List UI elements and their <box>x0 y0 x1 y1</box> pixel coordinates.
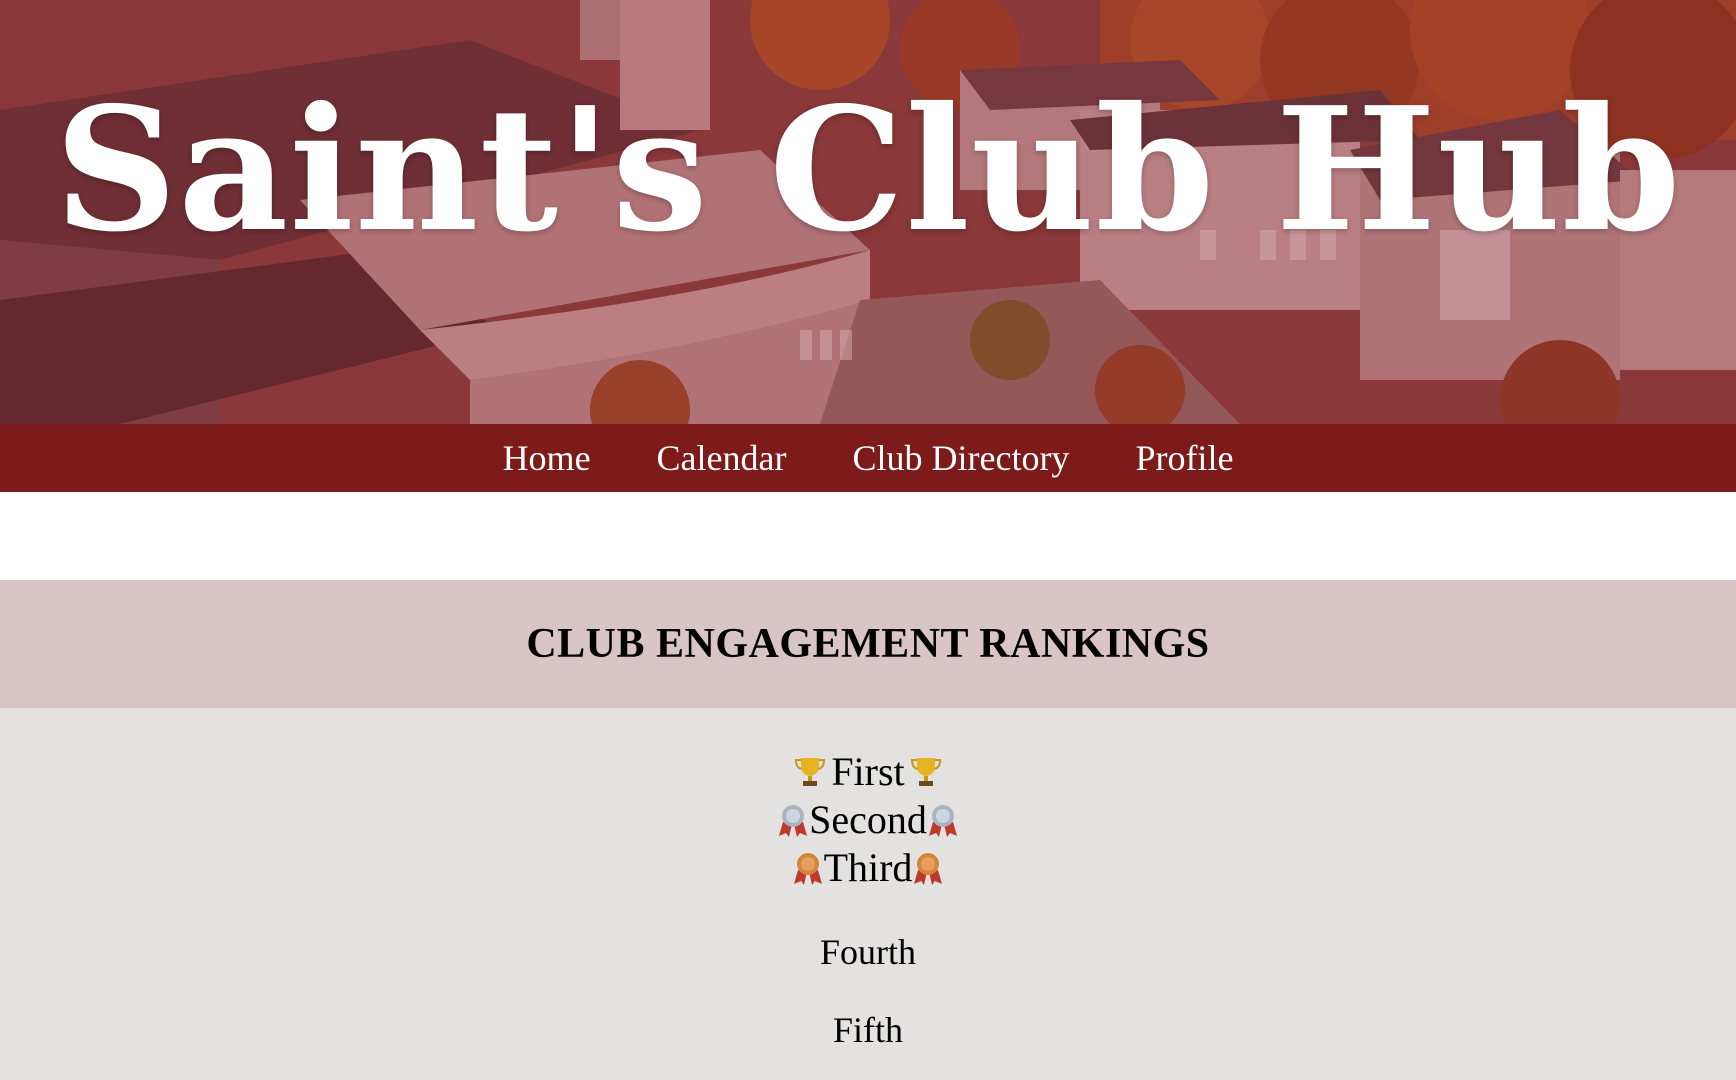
rank-second-label: Second <box>809 797 927 842</box>
rank-first-label: First <box>831 749 905 794</box>
rankings-header: CLUB ENGAGEMENT RANKINGS <box>0 580 1736 708</box>
nav-home-link[interactable]: Home <box>503 424 591 492</box>
silver-medal-icon <box>928 805 957 837</box>
rank-fifth: Fifth <box>0 1006 1736 1054</box>
site-title: Saint's Club Hub <box>54 70 1682 270</box>
rank-fourth-label: Fourth <box>819 932 916 972</box>
bronze-medal-icon <box>793 853 822 885</box>
rank-second: Second <box>0 796 1736 844</box>
main-nav: Home Calendar Club Directory Profile <box>0 424 1736 492</box>
rankings-heading: CLUB ENGAGEMENT RANKINGS <box>526 621 1210 667</box>
rankings-list: First Second Third Fourth Fifth <box>0 708 1736 1080</box>
rank-third-label: Third <box>823 845 913 890</box>
nav-calendar-link[interactable]: Calendar <box>657 424 787 492</box>
rank-fifth-label: Fifth <box>832 1010 903 1050</box>
rank-third: Third <box>0 844 1736 892</box>
trophy-icon <box>795 758 826 786</box>
nav-profile-link[interactable]: Profile <box>1135 424 1233 492</box>
trophy-icon <box>910 758 941 786</box>
silver-medal-icon <box>779 805 808 837</box>
hero-banner: Saint's Club Hub <box>0 0 1736 424</box>
nav-club-directory-link[interactable]: Club Directory <box>852 424 1069 492</box>
spacer <box>0 492 1736 580</box>
rank-first: First <box>0 748 1736 796</box>
rank-fourth: Fourth <box>0 928 1736 976</box>
bronze-medal-icon <box>914 853 943 885</box>
